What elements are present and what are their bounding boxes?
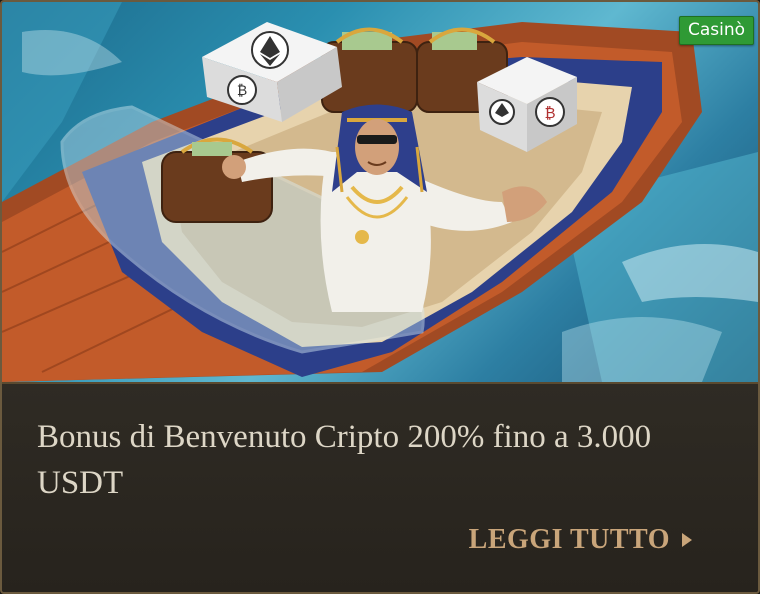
promo-hero-image[interactable]: ₿ ₿ Casinò [2,2,758,384]
promo-text-panel: Bonus di Benvenuto Cripto 200% fino a 3.… [2,384,758,592]
category-badge: Casinò [678,16,754,45]
read-more-link[interactable]: LEGGI TUTTO [469,524,692,556]
luggage-bag [161,137,273,223]
svg-text:₿: ₿ [544,104,555,122]
read-more-label[interactable]: LEGGI TUTTO [469,524,670,556]
svg-text:₿: ₿ [237,83,247,99]
promo-title: Bonus di Benvenuto Cripto 200% fino a 3.… [37,419,652,501]
boat-illustration: ₿ ₿ [2,2,758,382]
promo-card[interactable]: ₿ ₿ Casinò Bonus di Benvenuto Cripto 200… [0,0,760,594]
play-arrow-icon[interactable] [682,533,692,547]
